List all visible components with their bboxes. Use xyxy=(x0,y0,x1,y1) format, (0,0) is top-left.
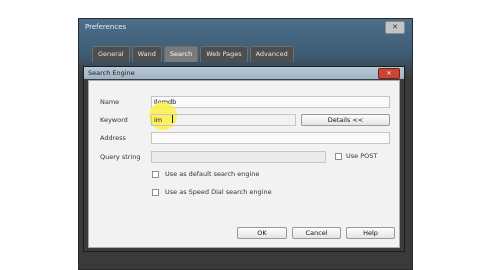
text-cursor xyxy=(172,115,173,123)
default-engine-checkbox[interactable] xyxy=(152,171,159,178)
details-button[interactable]: Details << xyxy=(301,114,390,126)
tab-general[interactable]: General xyxy=(92,46,130,62)
address-label: Address xyxy=(100,134,126,142)
default-engine-label: Use as default search engine xyxy=(165,170,260,178)
dialog-close-button[interactable]: ✕ xyxy=(378,68,400,79)
use-post-checkbox[interactable] xyxy=(335,153,342,160)
ok-button[interactable]: OK xyxy=(237,227,287,239)
query-string-label: Query string xyxy=(100,153,141,161)
cancel-button[interactable]: Cancel xyxy=(292,227,341,239)
tab-wand[interactable]: Wand xyxy=(131,46,162,62)
preferences-close-button[interactable]: ✕ xyxy=(385,21,405,34)
search-engine-dialog: Search Engine ✕ Name Ilomdb Keyword im D… xyxy=(83,66,405,252)
name-field[interactable]: Ilomdb xyxy=(151,96,390,108)
address-field[interactable] xyxy=(151,132,390,144)
preferences-title: Preferences xyxy=(85,23,127,31)
tab-search[interactable]: Search xyxy=(163,46,199,62)
tab-advanced[interactable]: Advanced xyxy=(249,46,294,62)
use-post-label: Use POST xyxy=(346,152,378,160)
dialog-title: Search Engine xyxy=(88,69,135,77)
speed-dial-checkbox[interactable] xyxy=(152,189,159,196)
speed-dial-label: Use as Speed Dial search engine xyxy=(165,188,272,196)
help-button[interactable]: Help xyxy=(346,227,395,239)
query-string-field[interactable] xyxy=(151,151,326,163)
dialog-body: Name Ilomdb Keyword im Details << Addres… xyxy=(88,80,400,248)
tab-web-pages[interactable]: Web Pages xyxy=(200,46,248,62)
preferences-tab-bar: General Wand Search Web Pages Advanced xyxy=(92,46,294,62)
dialog-titlebar[interactable]: Search Engine ✕ xyxy=(84,67,404,79)
name-label: Name xyxy=(100,98,120,106)
keyword-label: Keyword xyxy=(100,116,128,124)
